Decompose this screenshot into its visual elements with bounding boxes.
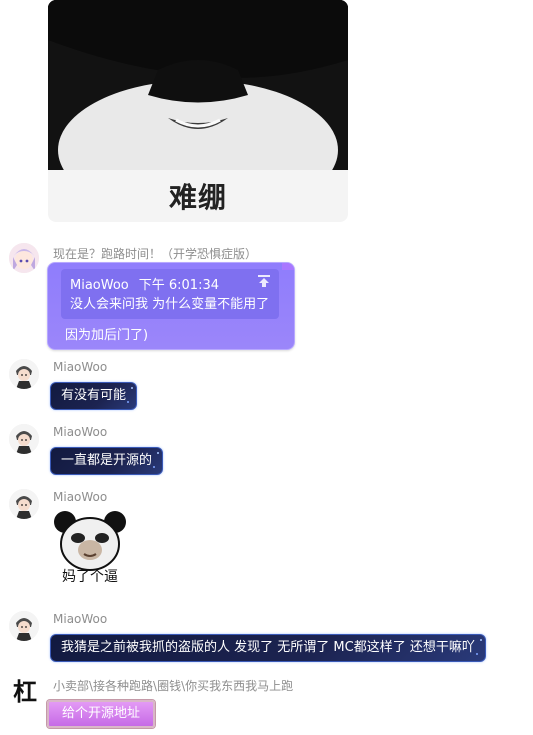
message-bubble-reply[interactable]: MiaoWoo 下午 6:01:34 没人会来问我 为什么变量不能用了 因为加后门… [47,262,295,350]
message-text: 因为加后门了) [65,328,149,343]
quoted-message[interactable]: MiaoWoo 下午 6:01:34 没人会来问我 为什么变量不能用了 [61,269,279,319]
message-bubble[interactable]: 一直都是开源的 [50,447,164,475]
message-text: 有没有可能 [61,388,127,403]
sender-name: MiaoWoo [53,425,108,439]
avatar-anime-girl[interactable] [9,243,39,273]
sender-name: 现在是？跑路时间！（开学恐惧症版） [53,247,258,261]
message-bubble[interactable]: 有没有可能 [50,382,138,410]
sender-name: MiaoWoo [53,612,108,626]
message-bubble[interactable]: 我猜是之前被我抓的盗版的人 发现了 无所谓了 MC都这样了 还想干嘛吖 [50,634,486,662]
sticker-image-top[interactable]: 难绷 [48,0,348,222]
upload-arrow-icon[interactable] [257,274,271,288]
message-text: 我猜是之前被我抓的盗版的人 发现了 无所谓了 MC都这样了 还想干嘛吖 [61,640,475,655]
message-text: 一直都是开源的 [61,453,153,468]
quote-time: 下午 6:01:34 [138,278,219,293]
bubble-corner-decoration [282,263,294,270]
sticker-caption: 难绷 [168,181,227,214]
hand-over-eyes-sticker-art [48,0,348,170]
sticker-caption: 妈了个逼 [62,569,118,585]
avatar-chibi-boy[interactable] [9,424,39,454]
sender-name: MiaoWoo [53,490,108,504]
message-text: 给个开源地址 [62,706,141,721]
message-bubble[interactable]: 给个开源地址 [47,700,156,728]
sender-name: 小卖部\接各种跑路\圈钱\你买我东西我马上跑 [53,679,294,693]
avatar-chibi-boy[interactable] [9,489,39,519]
chat-window: 难绷 现在是？跑路时间！（开学恐惧症版） MiaoWoo 下午 6:01:34 没… [0,0,533,735]
quote-author: MiaoWoo [70,278,129,293]
quote-text: 没人会来问我 为什么变量不能用了 [70,297,270,312]
avatar-text-glyph[interactable]: 杠 [9,676,41,708]
panda-face-art [51,510,129,572]
avatar-chibi-boy[interactable] [9,359,39,389]
quote-header: MiaoWoo 下午 6:01:34 [70,274,219,293]
avatar-chibi-boy[interactable] [9,611,39,641]
sender-name: MiaoWoo [53,360,108,374]
panda-meme-sticker[interactable]: 妈了个逼 [51,510,129,588]
